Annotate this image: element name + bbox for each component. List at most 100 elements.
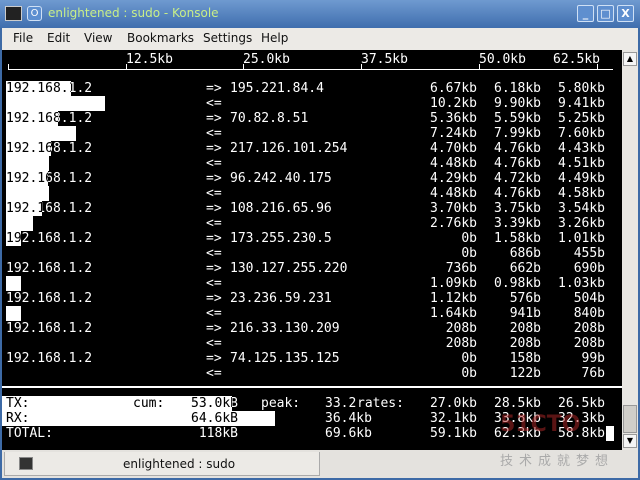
tx-rate: 6.67kb [430, 81, 477, 96]
arrow-in: <= [206, 126, 222, 141]
rx-bar [6, 216, 33, 231]
menu-view[interactable]: View [84, 31, 112, 45]
rates-label: rates: [357, 396, 404, 411]
scale-tick-label: 25.0kb [243, 52, 290, 67]
konsole-app-icon[interactable] [5, 6, 22, 21]
rx-rate: 686b [509, 246, 541, 261]
minimize-button[interactable]: _ [577, 5, 594, 22]
rx-rate: 10.2kb [430, 96, 477, 111]
rx-rate: 122b [509, 366, 541, 381]
totals-total-cum: 118kB [198, 426, 238, 441]
rx-bar [6, 96, 105, 111]
destination-host: 108.216.65.96 [230, 201, 332, 216]
tx-rate: 3.70kb [430, 201, 477, 216]
rx-rate: 208b [509, 336, 541, 351]
source-host: 192.168.1.2 [6, 141, 93, 156]
rx-rate: 840b [573, 306, 605, 321]
menu-edit[interactable]: Edit [47, 31, 70, 45]
menu-file[interactable]: File [13, 31, 33, 45]
peak-label: peak: [261, 396, 301, 411]
source-host: 192.168.1.2 [6, 291, 93, 306]
arrow-out: => [206, 261, 222, 276]
totals-tx-rate: 28.5kb [494, 396, 541, 411]
arrow-out: => [206, 81, 222, 96]
destination-host: 96.242.40.175 [230, 171, 332, 186]
rx-rate: 4.76kb [494, 156, 541, 171]
scroll-up-arrow-icon[interactable]: ▲ [623, 52, 637, 66]
rx-rate: 4.58kb [558, 186, 605, 201]
tx-rate: 4.49kb [558, 171, 605, 186]
totals-total-label: TOTAL: [6, 426, 53, 441]
tx-rate: 662b [509, 261, 541, 276]
watermark-logo: 51CTO [500, 412, 581, 437]
destination-host: 173.255.230.5 [230, 231, 332, 246]
totals-rx-rate: 32.1kb [430, 411, 477, 426]
destination-host: 217.126.101.254 [230, 141, 348, 156]
tx-rate: 1.58kb [494, 231, 541, 246]
tx-rate: 208b [445, 321, 477, 336]
scale-tick [8, 64, 9, 70]
tx-rate: 504b [573, 291, 605, 306]
menu-bookmarks[interactable]: Bookmarks [127, 31, 194, 45]
rx-bar [6, 156, 50, 171]
arrow-in: <= [206, 366, 222, 381]
arrow-in: <= [206, 276, 222, 291]
maximize-button[interactable]: □ [597, 5, 614, 22]
tx-rate: 4.29kb [430, 171, 477, 186]
tx-rate: 5.80kb [558, 81, 605, 96]
menu-bar: File Edit View Bookmarks Settings Help [2, 28, 638, 50]
title-bar: O enlightened : sudo - Konsole _ □ X [0, 0, 640, 28]
tx-rate: 158b [509, 351, 541, 366]
totals-tx-rate: 27.0kb [430, 396, 477, 411]
destination-host: 23.236.59.231 [230, 291, 332, 306]
scale-tick-label: 37.5kb [361, 52, 408, 67]
arrow-in: <= [206, 246, 222, 261]
arrow-out: => [206, 111, 222, 126]
arrow-out: => [206, 201, 222, 216]
arrow-in: <= [206, 186, 222, 201]
tx-rate: 3.75kb [494, 201, 541, 216]
rx-rate: 208b [573, 336, 605, 351]
menu-settings[interactable]: Settings [203, 31, 252, 45]
terminal-area[interactable]: 12.5kb 25.0kb 37.5kb 50.0kb 62.5kb 192.168.1.… [2, 50, 622, 450]
totals-tx-cum: 53.0kB [191, 396, 238, 411]
rx-rate: 1.09kb [430, 276, 477, 291]
tx-rate: 690b [573, 261, 605, 276]
rx-bar [6, 126, 77, 141]
tx-rate: 6.18kb [494, 81, 541, 96]
destination-host: 74.125.135.125 [230, 351, 340, 366]
rx-rate: 3.26kb [558, 216, 605, 231]
tx-rate: 3.54kb [558, 201, 605, 216]
rx-rate: 7.24kb [430, 126, 477, 141]
window-menu-icon[interactable]: O [27, 6, 42, 21]
totals-rx-cum: 64.6kB [191, 411, 238, 426]
rx-rate: 9.41kb [558, 96, 605, 111]
terminal-icon [19, 457, 33, 470]
source-host: 192.168.1.2 [6, 171, 93, 186]
source-host: 192.168.1.2 [6, 111, 93, 126]
arrow-out: => [206, 141, 222, 156]
rx-rate: 9.90kb [494, 96, 541, 111]
tx-rate: 208b [509, 321, 541, 336]
rx-rate: 76b [581, 366, 605, 381]
arrow-in: <= [206, 306, 222, 321]
tab-session[interactable]: enlightened : sudo [4, 452, 320, 476]
arrow-in: <= [206, 96, 222, 111]
destination-host: 216.33.130.209 [230, 321, 340, 336]
rx-rate: 208b [445, 336, 477, 351]
tx-rate: 208b [573, 321, 605, 336]
scroll-thumb[interactable] [623, 405, 637, 433]
rx-rate: 4.51kb [558, 156, 605, 171]
scrollbar[interactable]: ▲ ▼ [622, 50, 638, 450]
source-host: 192.168.1.2 [6, 321, 93, 336]
scroll-down-arrow-icon[interactable]: ▼ [623, 434, 637, 448]
close-button[interactable]: X [617, 5, 634, 22]
tx-rate: 0b [461, 231, 477, 246]
arrow-in: <= [206, 156, 222, 171]
menu-help[interactable]: Help [261, 31, 288, 45]
rx-rate: 4.48kb [430, 156, 477, 171]
rx-rate: 941b [509, 306, 541, 321]
totals-tx-peak: 33.2 [325, 396, 357, 411]
destination-host: 130.127.255.220 [230, 261, 348, 276]
totals-total-peak: 69.6kb [325, 426, 372, 441]
